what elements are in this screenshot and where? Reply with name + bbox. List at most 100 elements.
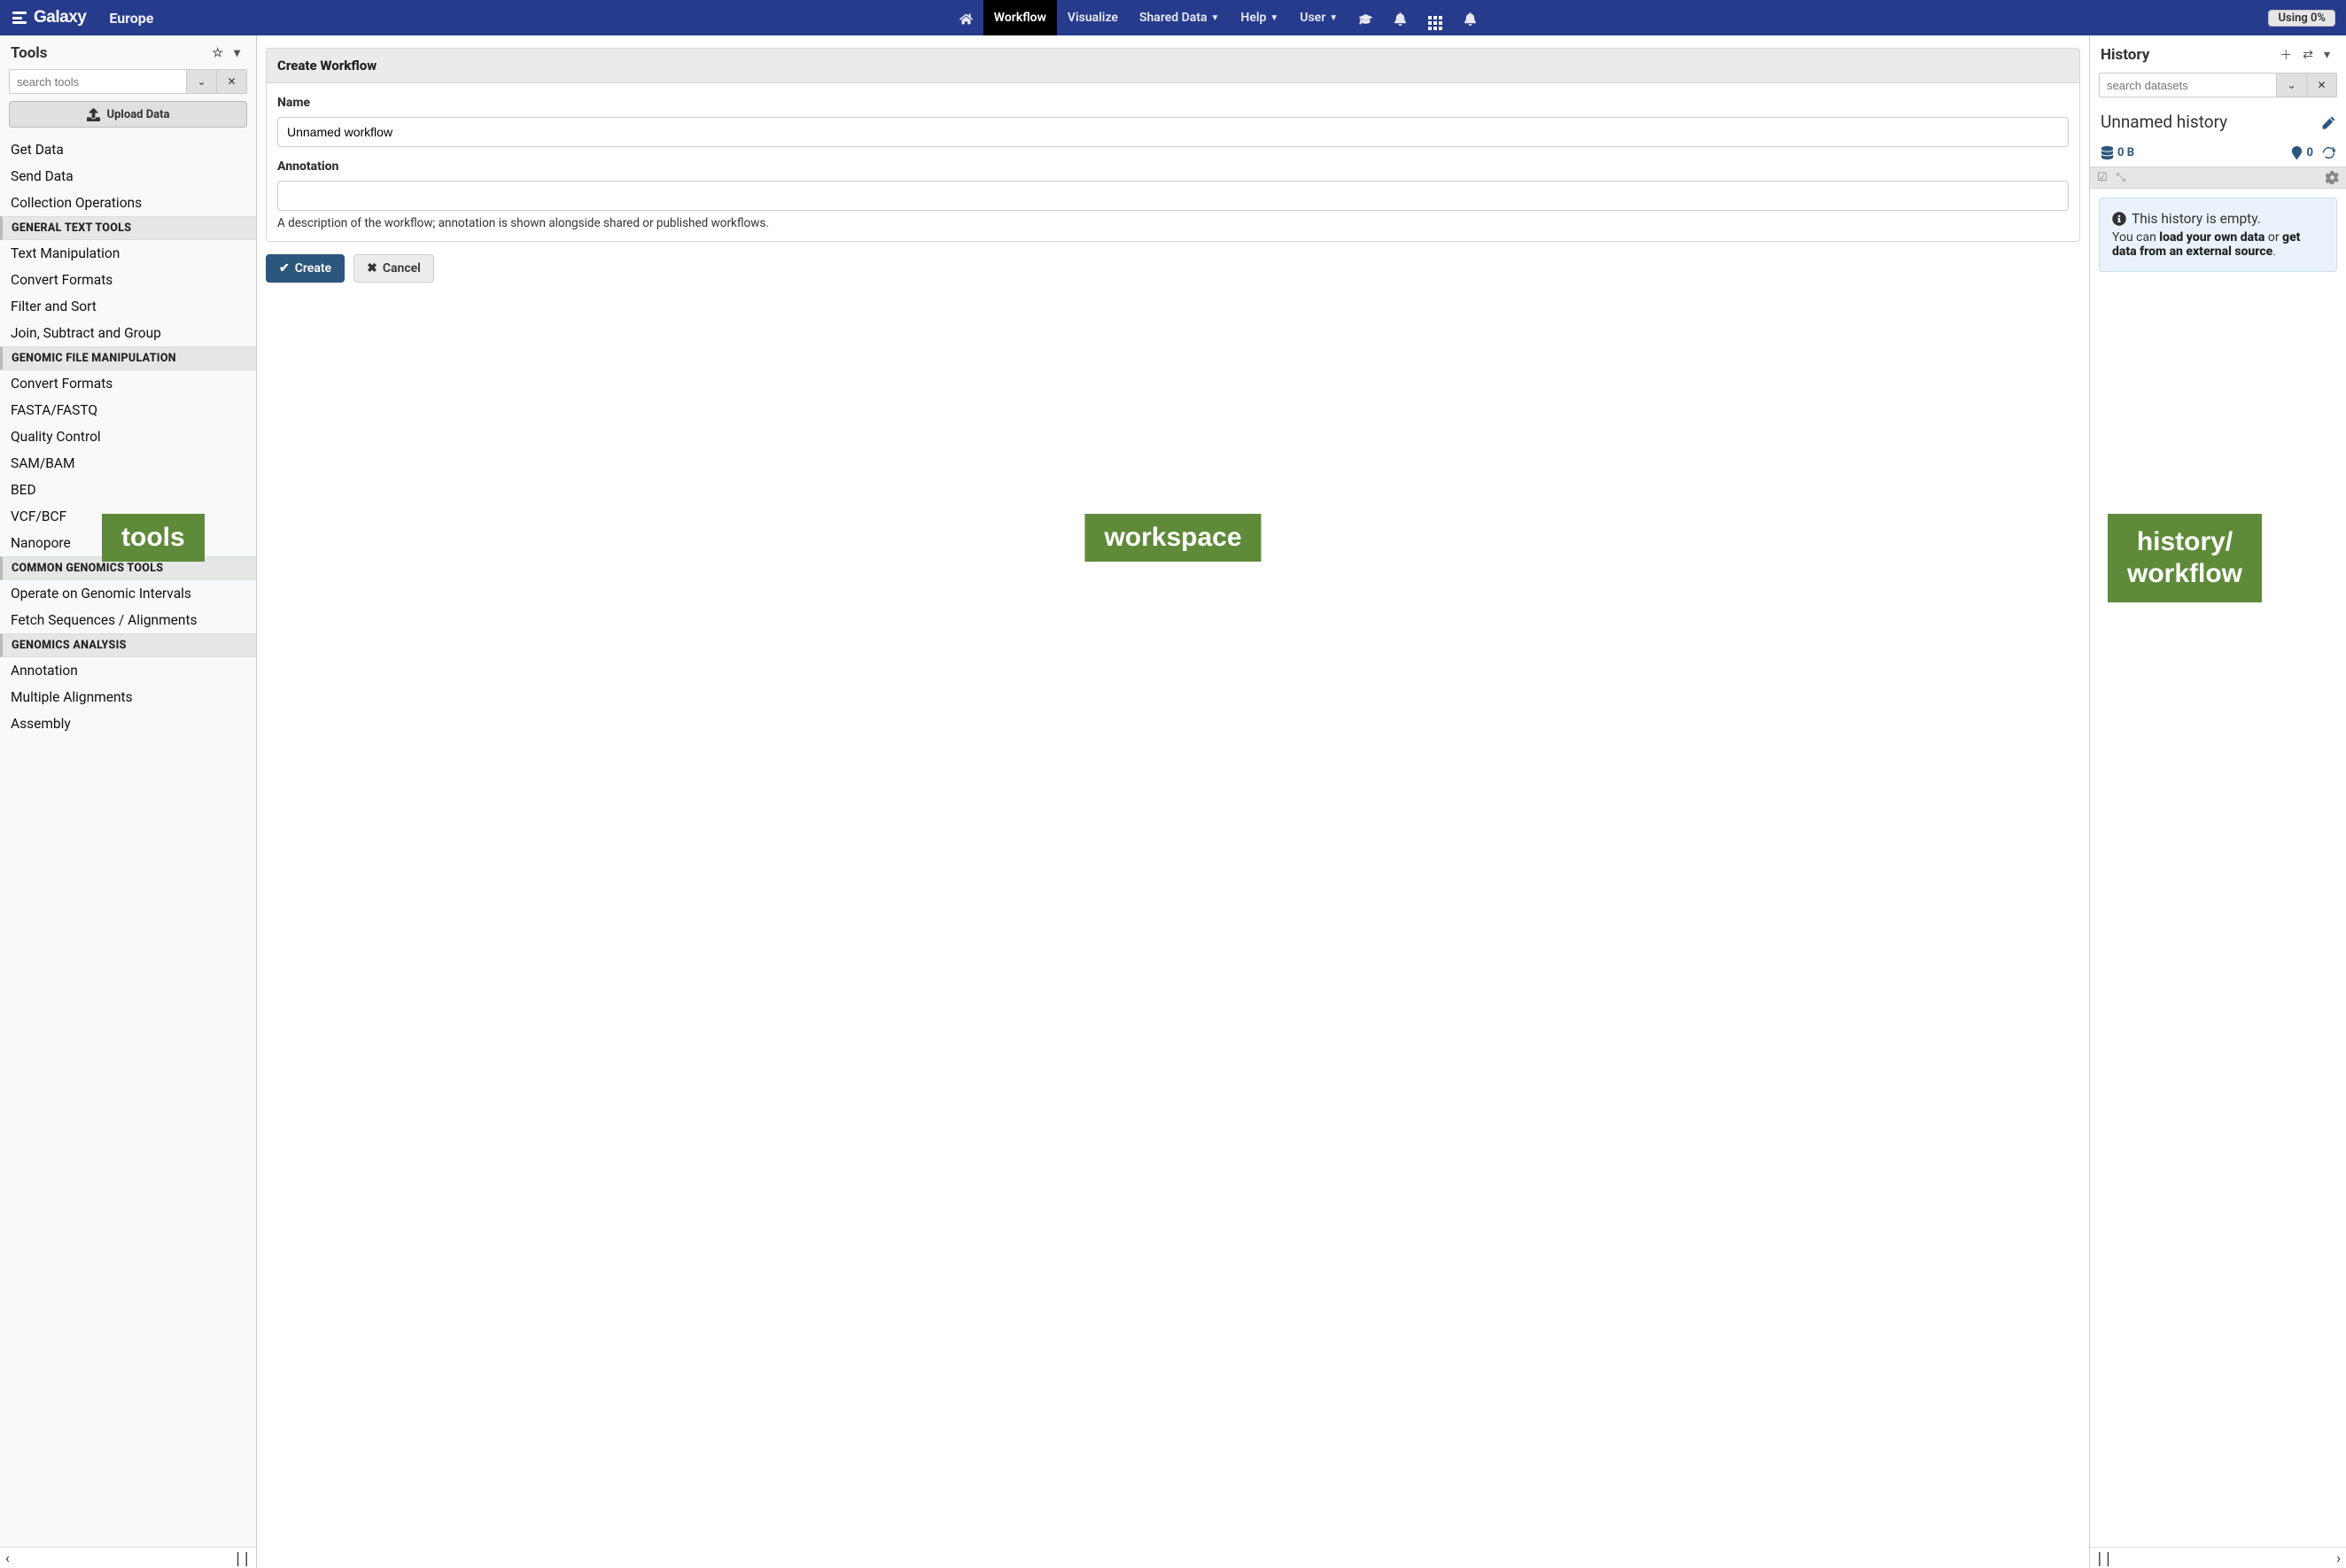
nav-alerts[interactable]	[1453, 0, 1488, 35]
bell-icon	[1394, 10, 1407, 27]
panel-views-dropdown[interactable]: ▾	[229, 44, 245, 62]
history-settings-button[interactable]	[2326, 171, 2339, 184]
tool-link[interactable]: Fetch Sequences / Alignments	[0, 607, 256, 633]
nav-help[interactable]: Help▼	[1230, 0, 1289, 35]
tool-link[interactable]: Collection Operations	[0, 190, 256, 216]
tool-section-header: COMMON GENOMICS TOOLS	[0, 556, 256, 580]
create-history-button[interactable]: ＋	[2274, 44, 2297, 66]
caret-down-icon: ▼	[1329, 13, 1338, 23]
tool-link[interactable]: Convert Formats	[0, 267, 256, 293]
tool-section-header: GENERAL TEXT TOOLS	[0, 216, 256, 240]
nav-shared-data[interactable]: Shared Data▼	[1129, 0, 1230, 35]
tools-panel: Tools ☆ ▾ ⌄ ✕ Upload Data Get DataSend D…	[0, 35, 257, 1568]
switch-history-button[interactable]: ⇄	[2297, 46, 2319, 64]
database-icon	[2101, 146, 2114, 159]
gear-icon	[2326, 171, 2339, 184]
brand[interactable]: Galaxy	[0, 0, 95, 35]
caret-down-icon: ▼	[1270, 13, 1278, 23]
history-title: History	[2101, 46, 2149, 64]
brand-subtitle: Europe	[95, 0, 167, 35]
tool-link[interactable]: Operate on Genomic Intervals	[0, 580, 256, 607]
annotation-history: history/ workflow	[2108, 514, 2262, 602]
history-refresh-button[interactable]	[2322, 146, 2335, 159]
brand-text: Galaxy	[34, 8, 86, 27]
nav-apps[interactable]	[1418, 0, 1453, 35]
workspace-panel: Create Workflow Name Annotation A descri…	[257, 35, 2089, 1568]
upload-button[interactable]: Upload Data	[9, 101, 247, 128]
close-icon: ✕	[227, 75, 236, 88]
tool-link[interactable]: Nanopore	[0, 530, 256, 556]
collapse-all-button[interactable]: ⤡	[2117, 171, 2125, 184]
favorite-icon[interactable]: ☆	[206, 44, 229, 62]
info-icon	[2112, 212, 2126, 226]
tool-link[interactable]: Get Data	[0, 136, 256, 163]
history-empty-message: This history is empty. You can load your…	[2099, 198, 2337, 272]
create-button[interactable]: ✔ Create	[266, 254, 345, 283]
tool-link[interactable]: Convert Formats	[0, 370, 256, 397]
nav-user[interactable]: User▼	[1289, 0, 1348, 35]
drag-handle-icon[interactable]: ||	[2095, 1549, 2112, 1566]
cancel-button[interactable]: ✖ Cancel	[353, 254, 434, 283]
tool-link[interactable]: BED	[0, 477, 256, 503]
chevrons-icon: ⌄	[197, 75, 206, 88]
bell-icon	[1464, 10, 1477, 27]
workflow-annotation-input[interactable]	[277, 181, 2069, 211]
nav-notifications[interactable]	[1383, 0, 1418, 35]
history-map-pin[interactable]: 0	[2290, 146, 2313, 159]
tool-link[interactable]: Text Manipulation	[0, 240, 256, 267]
select-all-button[interactable]: ☑	[2097, 171, 2108, 184]
home-icon	[959, 10, 973, 27]
nav-visualize[interactable]: Visualize	[1057, 0, 1129, 35]
history-panel: History ＋ ⇄ ▾ ⌄ ✕ Unnamed history 0 B	[2089, 35, 2346, 1568]
create-workflow-card: Create Workflow Name Annotation A descri…	[266, 48, 2080, 242]
tool-link[interactable]: Assembly	[0, 710, 256, 737]
right-collapse-footer: || ›	[2090, 1547, 2346, 1568]
collapse-left-button[interactable]: ‹	[5, 1549, 10, 1566]
left-collapse-footer: ‹ ||	[0, 1547, 256, 1568]
nav-workflow[interactable]: Workflow	[983, 0, 1057, 35]
tool-link[interactable]: Quality Control	[0, 423, 256, 450]
nav-home[interactable]	[949, 0, 983, 35]
usage-badge[interactable]: Using 0%	[2268, 10, 2335, 27]
primary-nav: Workflow Visualize Shared Data▼ Help▼ Us…	[949, 0, 1488, 35]
galaxy-logo-icon	[12, 12, 27, 24]
tool-search-clear[interactable]: ✕	[217, 69, 247, 94]
tool-search-toggle[interactable]: ⌄	[187, 69, 217, 94]
load-own-data-link[interactable]: load your own data	[2159, 230, 2264, 245]
upload-icon	[87, 107, 100, 120]
tool-section-header: GENOMICS ANALYSIS	[0, 633, 256, 657]
tool-link[interactable]: Send Data	[0, 163, 256, 190]
history-toolbar: ☑ ⤡	[2090, 167, 2346, 189]
history-search-input[interactable]	[2099, 73, 2277, 97]
drag-handle-icon[interactable]: ||	[234, 1549, 251, 1566]
collapse-right-button[interactable]: ›	[2336, 1549, 2341, 1566]
tool-search-input[interactable]	[9, 69, 187, 94]
history-options-dropdown[interactable]: ▾	[2319, 46, 2335, 64]
annotation-help: A description of the workflow; annotatio…	[277, 216, 2069, 230]
caret-down-icon: ▼	[1211, 13, 1220, 23]
tools-title: Tools	[11, 44, 48, 62]
edit-history-button[interactable]	[2322, 114, 2335, 130]
chevrons-icon: ⌄	[2287, 79, 2296, 91]
tool-link[interactable]: VCF/BCF	[0, 503, 256, 530]
tool-link[interactable]: Join, Subtract and Group	[0, 320, 256, 346]
name-label: Name	[277, 96, 2069, 110]
nav-learn[interactable]	[1348, 0, 1383, 35]
history-search-toggle[interactable]: ⌄	[2277, 73, 2307, 97]
tool-link[interactable]: Multiple Alignments	[0, 684, 256, 710]
check-icon: ✔	[279, 261, 290, 276]
map-pin-icon	[2290, 146, 2303, 159]
graduation-cap-icon	[1359, 10, 1372, 27]
card-title: Create Workflow	[267, 49, 2079, 83]
annotation-label: Annotation	[277, 159, 2069, 174]
current-history-name: Unnamed history	[2101, 112, 2227, 132]
tool-link[interactable]: Filter and Sort	[0, 293, 256, 320]
tool-link[interactable]: SAM/BAM	[0, 450, 256, 477]
grid-icon	[1428, 6, 1442, 30]
close-icon: ✖	[367, 261, 377, 276]
tool-link[interactable]: Annotation	[0, 657, 256, 684]
history-search-clear[interactable]: ✕	[2307, 73, 2337, 97]
workflow-name-input[interactable]	[277, 117, 2069, 147]
tool-link[interactable]: FASTA/FASTQ	[0, 397, 256, 423]
tool-list: Get DataSend DataCollection OperationsGE…	[0, 136, 256, 1568]
